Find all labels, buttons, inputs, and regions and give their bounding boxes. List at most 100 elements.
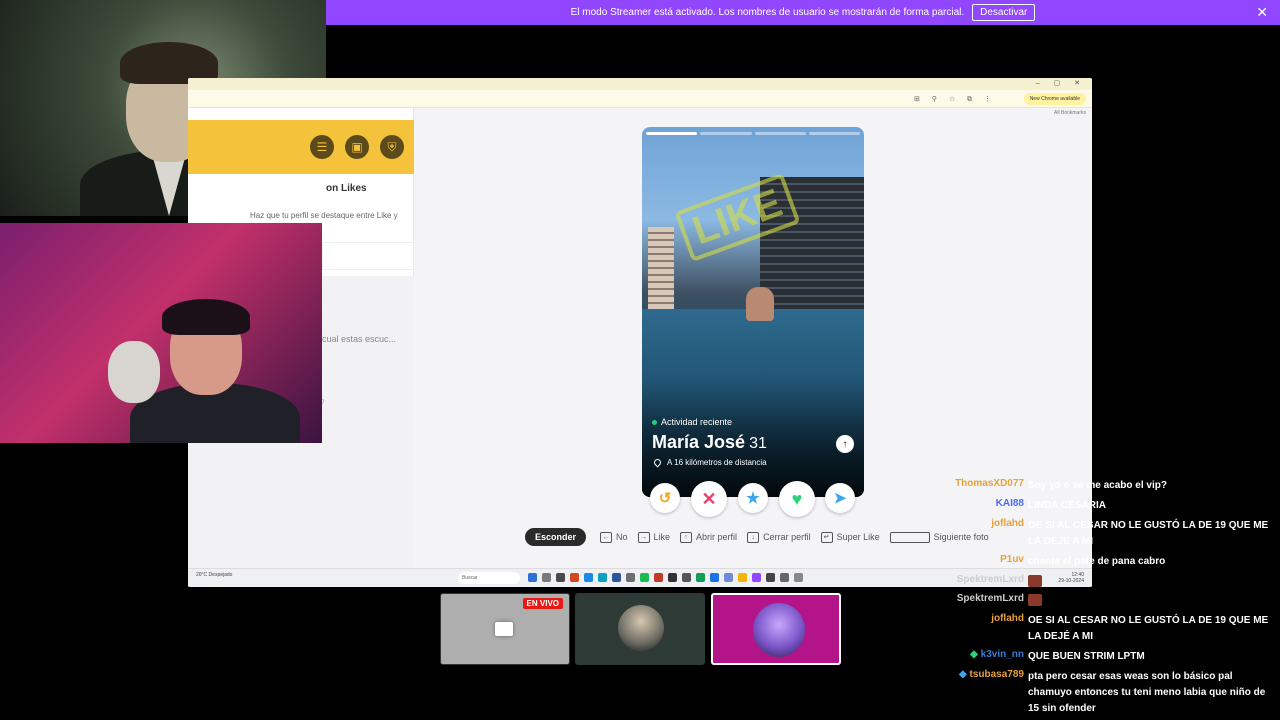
sidebar-question: cual estas escuc... — [322, 334, 397, 344]
photo-tower — [648, 227, 674, 309]
taskbar-app-icon[interactable] — [682, 573, 691, 582]
toolbar-icons[interactable]: ⊞ ⚲ ☆ ⧉ ⋮ — [914, 95, 996, 104]
chat-message: joflahd OE SI AL CESAR NO LE GUSTÓ LA DE … — [940, 518, 1280, 550]
taskbar-app-icon[interactable] — [780, 573, 789, 582]
photo-indicator[interactable] — [646, 132, 698, 135]
chat-text: pta pero cesar esas weas son lo básico p… — [1028, 671, 1266, 714]
hide-shortcuts-button[interactable]: Esconder — [525, 528, 587, 546]
chat-text: LINDA CESARIA — [1028, 500, 1106, 511]
arrow-up-icon: ↑ — [680, 531, 693, 543]
taskbar-search[interactable]: Buscar — [458, 572, 520, 584]
taskbar-apps — [528, 573, 803, 582]
avatar — [618, 605, 664, 651]
taskbar-app-icon[interactable] — [640, 573, 649, 582]
taskbar-app-icon[interactable] — [696, 573, 705, 582]
shortcut-open-profile: ↑ Abrir perfil — [680, 531, 737, 543]
chat-message: joflahd OE SI AL CESAR NO LE GUSTÓ LA DE … — [940, 613, 1280, 645]
photo-indicator[interactable] — [808, 132, 860, 135]
shortcut-close-profile: ↓ Cerrar perfil — [747, 531, 811, 543]
chat-text — [1028, 574, 1278, 590]
taskbar-app-icon[interactable] — [556, 573, 565, 582]
taskbar-app-icon[interactable] — [612, 573, 621, 582]
browser-titlebar: – ▢ ✕ — [188, 78, 1092, 90]
chat-username-text: P1uv — [1000, 554, 1024, 565]
skull-prop — [108, 341, 160, 403]
browser-toolbar: ⊞ ⚲ ☆ ⧉ ⋮ New Chrome available — [188, 90, 1092, 108]
chat-username[interactable]: joflahd — [940, 613, 1028, 645]
chat-message: KAI88 LINDA CESARIA — [940, 498, 1280, 514]
shortcut-label: No — [616, 532, 628, 542]
taskbar-app-icon[interactable] — [766, 573, 775, 582]
photo-indicator[interactable] — [754, 132, 806, 135]
chat-username[interactable]: ThomasXD077 — [940, 478, 1028, 494]
update-chrome-button[interactable]: New Chrome available — [1023, 93, 1086, 105]
boost-button[interactable]: ➤ — [825, 483, 855, 513]
taskbar-app-icon[interactable] — [794, 573, 803, 582]
profile-name: María José — [652, 432, 746, 452]
photo-progress — [646, 132, 860, 135]
taskbar-app-icon[interactable] — [724, 573, 733, 582]
shortcut-label: Cerrar perfil — [763, 532, 811, 542]
chat-text: OE SI AL CESAR NO LE GUSTÓ LA DE 19 QUE … — [1028, 520, 1269, 547]
weather-widget[interactable]: 20°C Despejado — [196, 572, 232, 578]
chat-username[interactable]: KAI88 — [940, 498, 1028, 514]
scene-thumbnail-avatar[interactable] — [711, 593, 841, 665]
sidebar-title: on Likes — [326, 183, 367, 194]
taskbar-app-icon[interactable] — [542, 573, 551, 582]
shield-icon[interactable]: ⛨ — [380, 135, 404, 159]
like-button[interactable]: ♥ — [779, 481, 815, 517]
taskbar-app-icon[interactable] — [738, 573, 747, 582]
photo-indicator[interactable] — [700, 132, 752, 135]
briefcase-icon[interactable]: ▣ — [345, 135, 369, 159]
chat-message: ◆ tsubasa789 pta pero cesar esas weas son… — [940, 669, 1280, 717]
all-bookmarks-link[interactable]: All Bookmarks — [1054, 110, 1086, 116]
chat-username-text: joflahd — [991, 518, 1024, 529]
arrow-left-icon: ← — [600, 531, 613, 543]
super-like-button[interactable]: ★ — [738, 483, 768, 513]
taskbar-app-icon[interactable] — [710, 573, 719, 582]
chat-text — [1028, 593, 1278, 609]
taskbar-app-icon[interactable] — [668, 573, 677, 582]
deactivate-button[interactable]: Desactivar — [972, 4, 1036, 21]
chat-username-text: SpektremLxrd — [956, 574, 1024, 585]
location-pin-icon — [652, 457, 663, 468]
scene-thumbnail-screen[interactable]: EN VIVO — [440, 593, 570, 665]
close-icon[interactable]: ✕ — [1256, 5, 1268, 19]
rewind-button[interactable]: ↺ — [650, 483, 680, 513]
taskbar-app-icon[interactable] — [598, 573, 607, 582]
taskbar-app-icon[interactable] — [752, 573, 761, 582]
open-profile-icon[interactable]: ↑ — [836, 435, 854, 453]
taskbar-app-icon[interactable] — [626, 573, 635, 582]
chat-username[interactable]: ◆ tsubasa789 — [940, 669, 1028, 717]
taskbar-app-icon[interactable] — [654, 573, 663, 582]
online-dot-icon — [652, 419, 657, 425]
chat-username[interactable]: ◆ k3vin_nn — [940, 649, 1028, 665]
recent-activity: Actividad reciente — [652, 417, 732, 427]
profile-name-row: María José 31 — [652, 432, 767, 453]
taskbar-app-icon[interactable] — [528, 573, 537, 582]
spacebar-icon — [889, 531, 930, 543]
menu-icon[interactable]: ☰ — [310, 135, 334, 159]
profile-distance: A 16 kilómetros de distancia — [667, 458, 767, 467]
activity-label: Actividad reciente — [661, 417, 733, 427]
chat-username[interactable]: joflahd — [940, 518, 1028, 550]
chat-username[interactable]: SpektremLxrd — [940, 574, 1028, 590]
arrow-down-icon: ↓ — [747, 531, 760, 543]
avatar — [753, 603, 805, 657]
taskbar-app-icon[interactable] — [570, 573, 579, 582]
profile-distance-row: A 16 kilómetros de distancia — [652, 457, 767, 468]
screen-share-icon — [495, 622, 513, 636]
streamer-mode-banner: El modo Streamer está activado. Los nomb… — [326, 0, 1280, 25]
sidebar-card[interactable] — [322, 242, 414, 270]
profile-card[interactable]: LIKE Actividad reciente María José 31 A 1… — [642, 127, 864, 497]
arrow-right-icon: → — [637, 531, 650, 543]
taskbar-app-icon[interactable] — [584, 573, 593, 582]
emote-icon — [1028, 575, 1042, 588]
profile-age: 31 — [749, 435, 767, 452]
nope-button[interactable]: ✕ — [691, 481, 727, 517]
chat-message: SpektremLxrd — [940, 593, 1280, 609]
window-controls[interactable]: – ▢ ✕ — [1036, 79, 1086, 87]
chat-username[interactable]: P1uv — [940, 554, 1028, 570]
chat-username[interactable]: SpektremLxrd — [940, 593, 1028, 609]
scene-thumbnail-cam[interactable] — [575, 593, 705, 665]
